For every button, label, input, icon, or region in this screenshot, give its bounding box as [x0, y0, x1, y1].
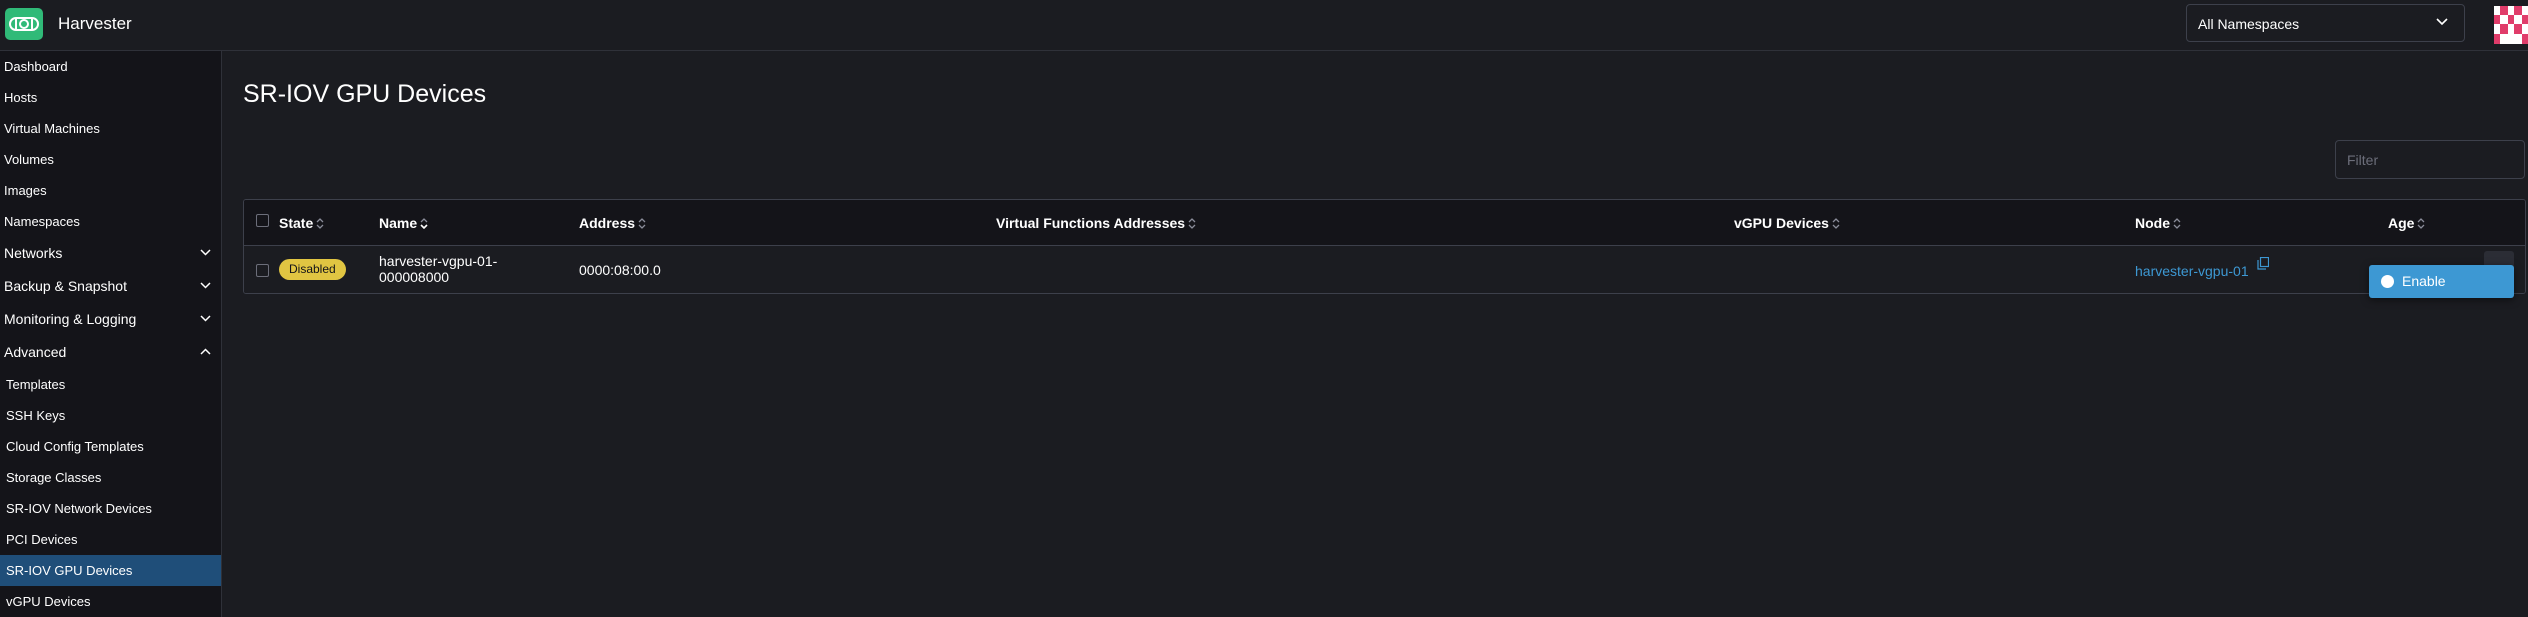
sidebar-item-label: Storage Classes: [6, 470, 102, 485]
user-avatar[interactable]: [2494, 6, 2528, 44]
column-header-label: vGPU Devices: [1734, 215, 1829, 231]
chevron-down-icon: [2436, 18, 2448, 26]
sidebar-nav: Dashboard Hosts Virtual Machines Volumes…: [0, 51, 222, 617]
sort-desc-icon: [420, 218, 428, 229]
sidebar-item-label: Images: [4, 183, 47, 198]
sidebar-item-label: vGPU Devices: [6, 594, 91, 609]
filter-input[interactable]: [2335, 140, 2525, 179]
sidebar-item-dashboard[interactable]: Dashboard: [0, 51, 221, 82]
row-checkbox[interactable]: [256, 264, 269, 277]
enable-icon: [2381, 275, 2394, 288]
column-header-label: State: [279, 215, 314, 231]
sort-icon: [638, 218, 646, 229]
sidebar-item-images[interactable]: Images: [0, 175, 221, 206]
sidebar-item-volumes[interactable]: Volumes: [0, 144, 221, 175]
sidebar-item-label: Dashboard: [4, 59, 68, 74]
devices-table: State Name Address Virtual Functions Add…: [243, 199, 2526, 294]
column-header-age[interactable]: Age: [2388, 215, 2425, 231]
sort-icon: [2173, 218, 2181, 229]
avatar-pattern-icon: [2494, 6, 2528, 44]
menu-item-enable[interactable]: Enable: [2369, 265, 2514, 298]
column-header-virtual-functions-addresses[interactable]: Virtual Functions Addresses: [996, 215, 1196, 231]
sidebar-item-pci-devices[interactable]: PCI Devices: [0, 524, 221, 555]
sidebar-group-label: Advanced: [4, 344, 67, 360]
namespace-select-value: All Namespaces: [2198, 16, 2300, 32]
chevron-down-icon: [200, 282, 211, 289]
column-header-name[interactable]: Name: [379, 215, 428, 231]
sidebar-group-backup-snapshot[interactable]: Backup & Snapshot: [0, 270, 221, 303]
status-badge: Disabled: [279, 259, 346, 280]
sidebar-item-storage-classes[interactable]: Storage Classes: [0, 462, 221, 493]
page-title: SR-IOV GPU Devices: [243, 80, 487, 108]
sidebar-item-label: Namespaces: [4, 214, 80, 229]
device-name-line: harvester-vgpu-01-: [379, 253, 498, 269]
column-header-state[interactable]: State: [279, 215, 324, 231]
sidebar-item-hosts[interactable]: Hosts: [0, 82, 221, 113]
sidebar-item-namespaces[interactable]: Namespaces: [0, 206, 221, 237]
harvester-logo[interactable]: [5, 8, 43, 40]
column-header-address[interactable]: Address: [579, 215, 646, 231]
sidebar-item-label: SSH Keys: [6, 408, 66, 423]
sidebar-item-label: Cloud Config Templates: [6, 439, 144, 454]
column-header-node[interactable]: Node: [2135, 215, 2181, 231]
copy-icon[interactable]: [2257, 257, 2269, 270]
sidebar-item-vgpu-devices[interactable]: vGPU Devices: [0, 586, 221, 617]
device-name-cell[interactable]: harvester-vgpu-01- 000008000: [379, 253, 497, 285]
sort-icon: [1832, 218, 1840, 229]
chevron-up-icon: [200, 348, 211, 355]
table-row[interactable]: Disabled harvester-vgpu-01- 000008000 00…: [244, 246, 2525, 293]
harvester-logo-icon: [9, 17, 39, 31]
select-all-checkbox[interactable]: [256, 214, 269, 227]
column-header-label: Node: [2135, 215, 2170, 231]
sidebar-group-label: Networks: [4, 245, 63, 261]
column-header-label: Name: [379, 215, 418, 231]
sidebar-item-sriov-network-devices[interactable]: SR-IOV Network Devices: [0, 493, 221, 524]
chevron-down-icon: [200, 249, 211, 256]
sidebar-item-cloud-config-templates[interactable]: Cloud Config Templates: [0, 431, 221, 462]
sidebar-item-label: Hosts: [4, 90, 38, 105]
table-header: State Name Address Virtual Functions Add…: [244, 200, 2525, 246]
top-header: Harvester All Namespaces: [0, 0, 2528, 51]
sort-icon: [316, 218, 324, 229]
sidebar-item-label: Virtual Machines: [4, 121, 100, 136]
sidebar-item-label: Volumes: [4, 152, 54, 167]
sidebar-item-templates[interactable]: Templates: [0, 369, 221, 400]
column-header-vgpu-devices[interactable]: vGPU Devices: [1734, 215, 1840, 231]
sidebar-group-monitoring-logging[interactable]: Monitoring & Logging: [0, 303, 221, 336]
node-link[interactable]: harvester-vgpu-01: [2135, 263, 2249, 279]
device-name-line: 000008000: [379, 269, 450, 285]
column-header-label: Address: [579, 215, 636, 231]
app-name: Harvester: [58, 14, 132, 33]
sidebar-group-label: Backup & Snapshot: [4, 278, 127, 294]
namespace-select[interactable]: All Namespaces: [2186, 4, 2465, 42]
sort-icon: [1188, 218, 1196, 229]
menu-item-label: Enable: [2402, 273, 2446, 289]
column-header-label: Virtual Functions Addresses: [996, 215, 1186, 231]
sidebar-item-label: PCI Devices: [6, 532, 78, 547]
action-menu: Enable: [2369, 265, 2514, 298]
sidebar-group-label: Monitoring & Logging: [4, 311, 137, 327]
sidebar-item-label: SR-IOV Network Devices: [6, 501, 152, 516]
sidebar-item-virtual-machines[interactable]: Virtual Machines: [0, 113, 221, 144]
sidebar-group-networks[interactable]: Networks: [0, 237, 221, 270]
column-header-label: Age: [2388, 215, 2415, 231]
address-cell: 0000:08:00.0: [579, 262, 661, 278]
sort-icon: [2417, 218, 2425, 229]
sidebar-item-label: Templates: [6, 377, 66, 392]
sidebar-item-sriov-gpu-devices[interactable]: SR-IOV GPU Devices: [0, 555, 221, 586]
sidebar-item-label: SR-IOV GPU Devices: [6, 563, 133, 578]
sidebar-group-advanced[interactable]: Advanced: [0, 336, 221, 369]
chevron-down-icon: [200, 315, 211, 322]
sidebar-item-ssh-keys[interactable]: SSH Keys: [0, 400, 221, 431]
